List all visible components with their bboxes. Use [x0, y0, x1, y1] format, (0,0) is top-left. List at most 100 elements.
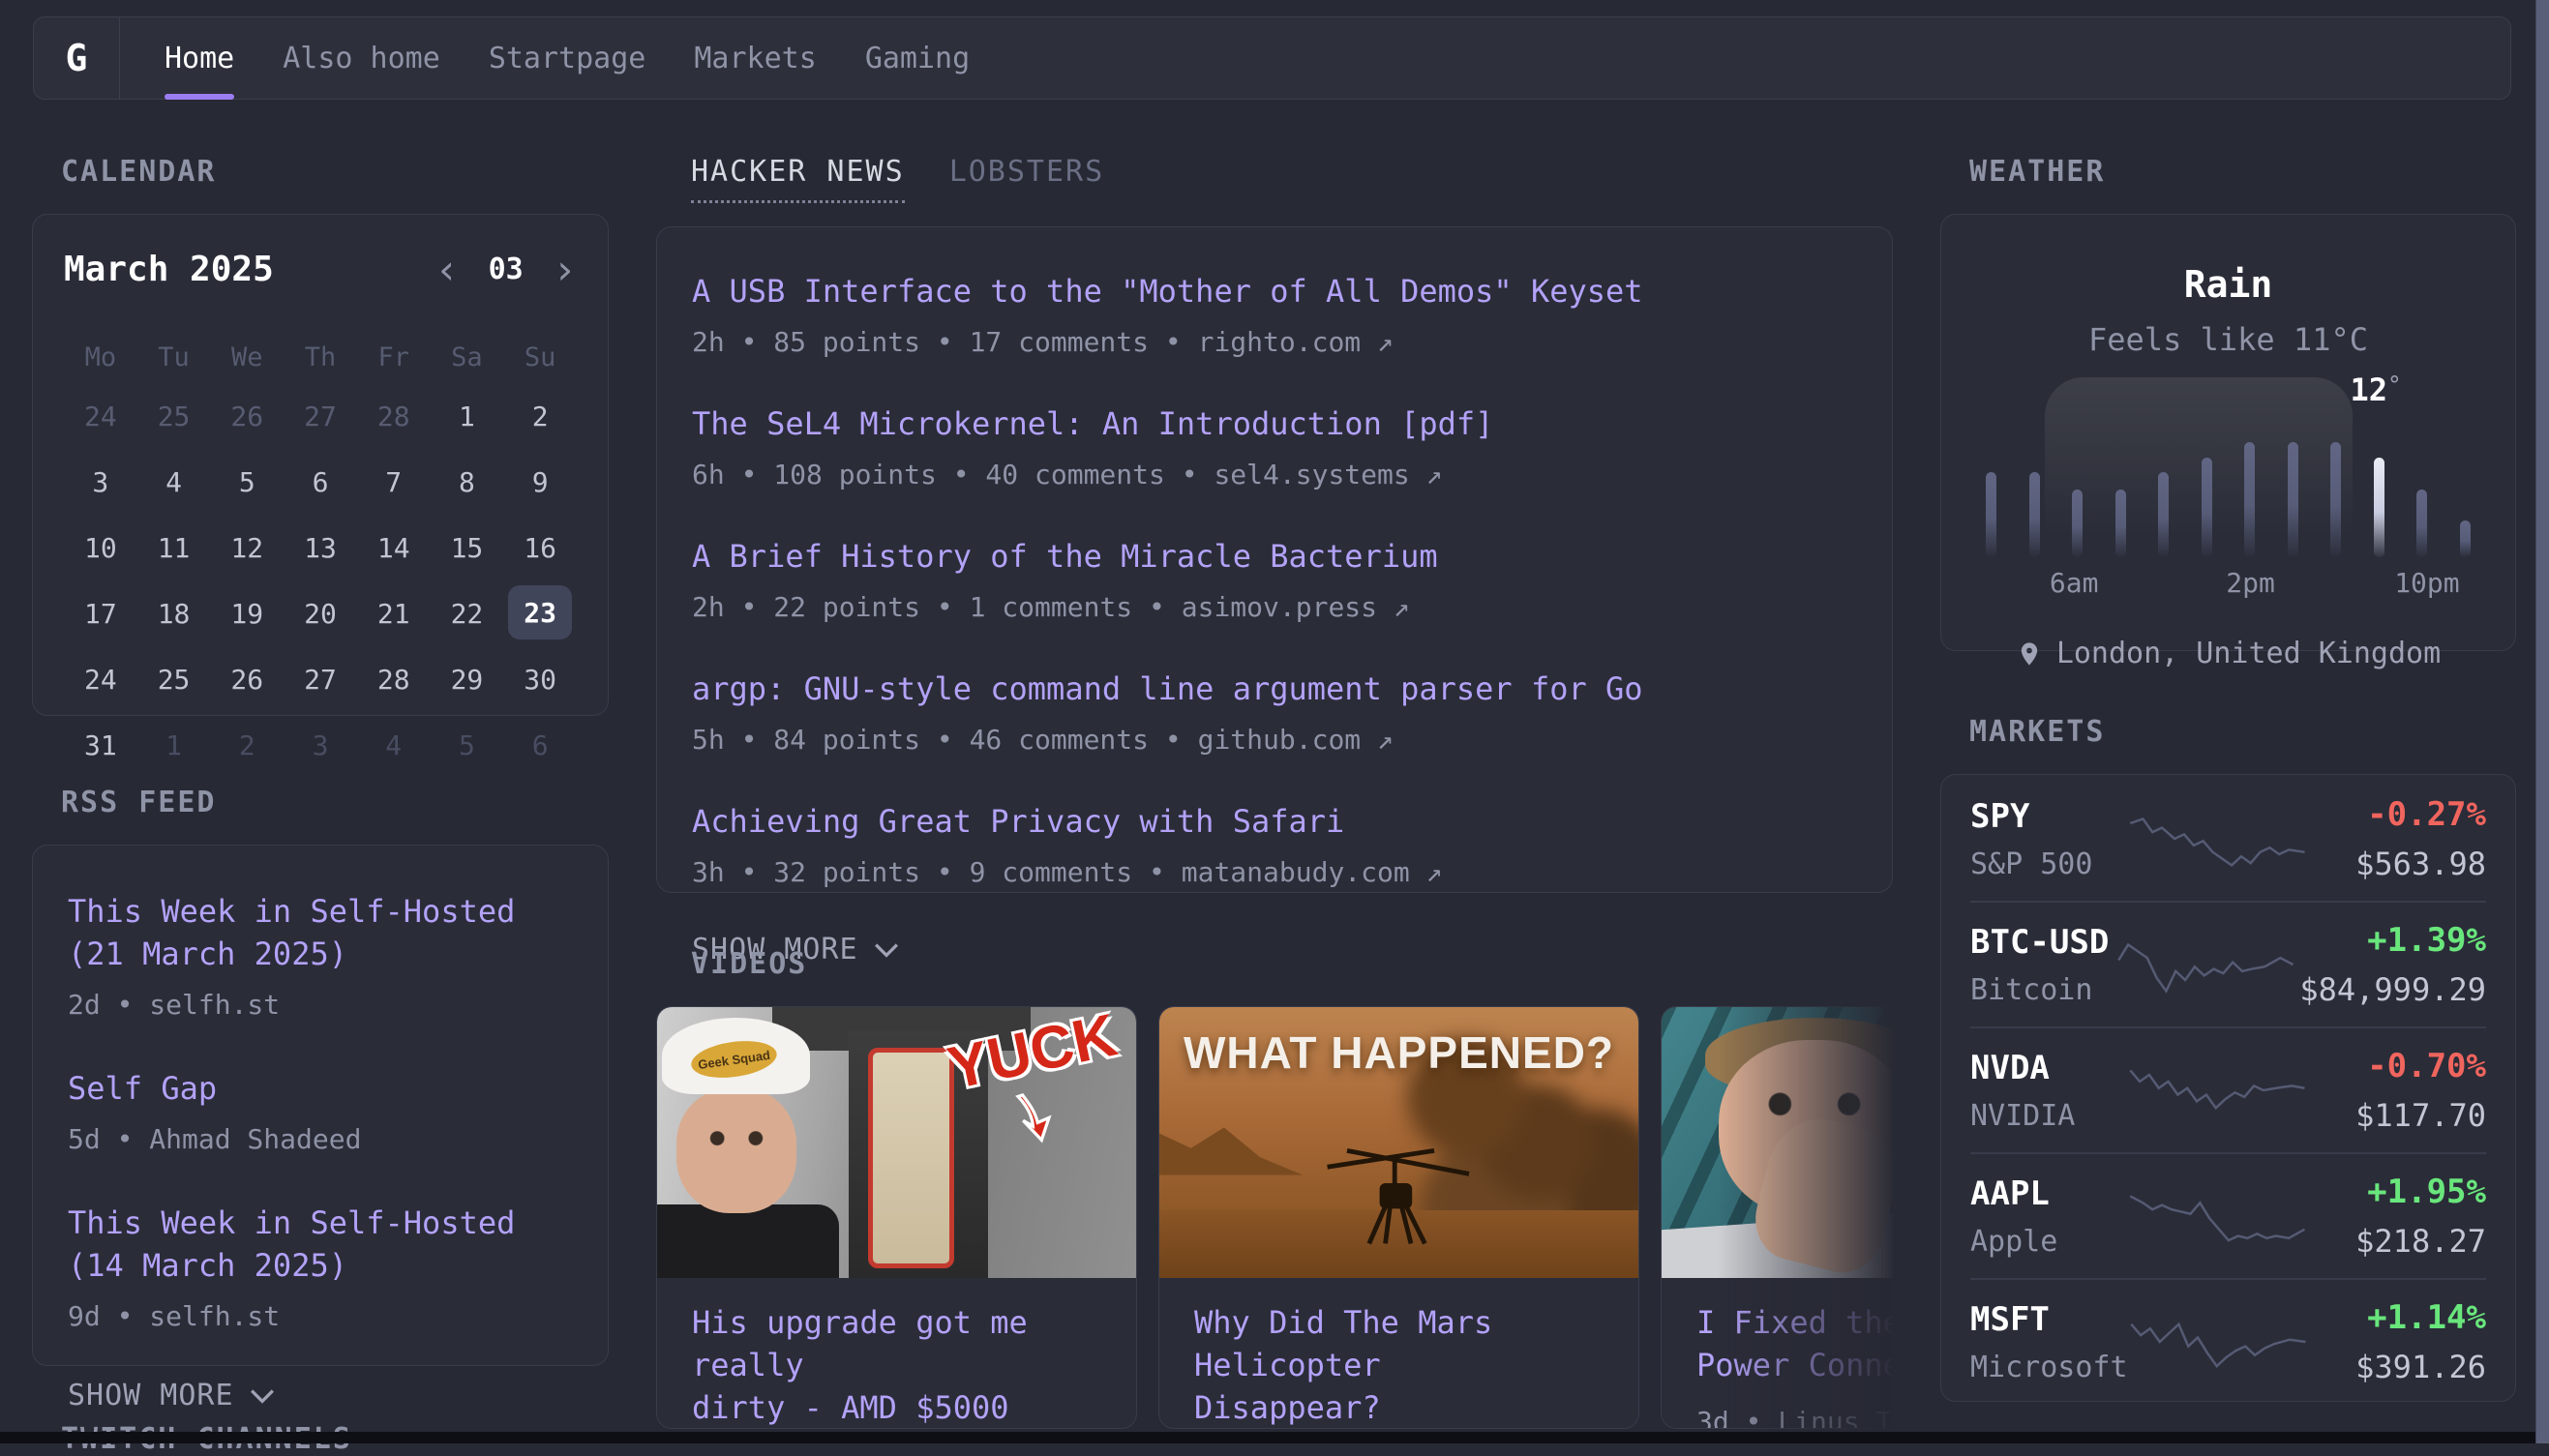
market-symbol: BTC-USD [1970, 923, 2115, 962]
chevron-down-icon [874, 941, 899, 959]
market-row-nvda[interactable]: NVDA NVIDIA -0.70% $117.70 [1970, 1026, 2486, 1152]
calendar-day: 18 [137, 585, 211, 641]
rss-item-title[interactable]: Self Gap [68, 1067, 573, 1110]
calendar-day: 31 [64, 717, 137, 773]
market-change: +1.95% [2311, 1173, 2486, 1211]
news-item-meta[interactable]: 2h • 22 points • 1 comments • asimov.pre… [692, 591, 1857, 623]
video-thumbnail[interactable]: Geek Squad YUCK [657, 1007, 1136, 1278]
tab-lobsters[interactable]: LOBSTERS [949, 155, 1105, 203]
video-title[interactable]: His upgrade got me really dirty - AMD $5… [692, 1301, 1101, 1429]
video-thumbnail[interactable]: WHAT HAPPENED? [1159, 1007, 1638, 1278]
calendar-day: 9 [503, 454, 577, 510]
nav-tab-also-home[interactable]: Also home [283, 17, 440, 99]
weather-bar [2072, 490, 2083, 557]
calendar-day: 15 [431, 520, 504, 576]
news-item: argp: GNU-style command line argument pa… [692, 668, 1857, 756]
rss-widget: This Week in Self-Hosted (21 March 2025)… [32, 845, 609, 1366]
video-title[interactable]: Why Did The Mars Helicopter Disappear? [1194, 1301, 1604, 1429]
calendar-header: March 2025 ‹ 03 › [64, 250, 577, 289]
news-item-meta[interactable]: 6h • 108 points • 40 comments • sel4.sys… [692, 459, 1857, 490]
calendar-day: 12 [210, 520, 284, 576]
nav-tab-startpage[interactable]: Startpage [489, 17, 646, 99]
current-temp-value: 12 [2351, 371, 2388, 408]
market-row-msft[interactable]: MSFT Microsoft +1.14% $391.26 [1970, 1278, 2486, 1402]
market-name: NVIDIA [1970, 1099, 2127, 1133]
market-values: -0.27% $563.98 [2311, 795, 2486, 882]
rss-item-title[interactable]: This Week in Self-Hosted (21 March 2025) [68, 890, 573, 975]
market-sparkline [2127, 808, 2311, 870]
video-title[interactable]: I Fixed the 5 Power Connect [1696, 1301, 1893, 1386]
video-card[interactable]: WHAT HAPPENED? Why Did The Mars Helicopt… [1158, 1006, 1639, 1429]
news-widget: A USB Interface to the "Mother of All De… [656, 226, 1893, 893]
market-name: Apple [1970, 1225, 2127, 1259]
market-row-aapl[interactable]: AAPL Apple +1.95% $218.27 [1970, 1152, 2486, 1278]
video-card[interactable]: Geek Squad YUCK His upgrade got me reall… [656, 1006, 1137, 1429]
chevron-right-icon[interactable]: › [553, 254, 577, 285]
market-sparkline [2128, 1311, 2312, 1373]
calendar-day: 2 [210, 717, 284, 773]
news-item: A USB Interface to the "Mother of All De… [692, 270, 1857, 358]
rss-item-title[interactable]: This Week in Self-Hosted (14 March 2025) [68, 1202, 573, 1287]
calendar-day: 4 [357, 717, 431, 773]
calendar-day: 19 [210, 585, 284, 641]
market-id: SPY S&P 500 [1970, 797, 2127, 881]
calendar-month-number: 03 [489, 253, 524, 286]
weather-bar-current [2374, 458, 2384, 557]
left-column: CALENDAR March 2025 ‹ 03 › Mo Tu We Th F… [32, 155, 609, 1456]
page-scrollbar[interactable] [2535, 0, 2549, 1443]
calendar-day: 6 [503, 717, 577, 773]
market-price: $391.26 [2312, 1349, 2486, 1385]
rss-item: This Week in Self-Hosted (14 March 2025)… [68, 1202, 573, 1332]
calendar-day: 3 [284, 717, 357, 773]
videos-section-title: VIDEOS [691, 947, 1893, 981]
video-card-clipped[interactable]: DO TH T I Fixed the 5 Power Connect 3d •… [1661, 1006, 1893, 1429]
calendar-day: 25 [137, 388, 211, 444]
weather-location-text: London, United Kingdom [2056, 637, 2441, 670]
market-symbol: NVDA [1970, 1049, 2127, 1087]
news-item-meta[interactable]: 3h • 32 points • 9 comments • matanabudy… [692, 856, 1857, 888]
news-item-title[interactable]: A USB Interface to the "Mother of All De… [692, 270, 1857, 312]
calendar-day: 26 [210, 651, 284, 707]
market-row-btc[interactable]: BTC-USD Bitcoin +1.39% $84,999.29 [1970, 901, 2486, 1026]
calendar-widget: March 2025 ‹ 03 › Mo Tu We Th Fr Sa Su 2… [32, 214, 609, 716]
sparkline-chart [2128, 1311, 2312, 1373]
markets-widget: SPY S&P 500 -0.27% $563.98 BTC-USD Bitco… [1940, 774, 2516, 1402]
news-item: Achieving Great Privacy with Safari 3h •… [692, 800, 1857, 888]
nav-tab-markets[interactable]: Markets [694, 17, 816, 99]
market-id: MSFT Microsoft [1970, 1300, 2128, 1384]
time-axis: 6am 2pm 10pm [1986, 567, 2471, 598]
nav-tab-home[interactable]: Home [165, 17, 234, 99]
sparkline-chart [2127, 808, 2311, 870]
nav-tab-gaming[interactable]: Gaming [865, 17, 970, 99]
calendar-grid: Mo Tu We Th Fr Sa Su 24 25 26 27 28 1 2 … [64, 336, 577, 773]
calendar-day: 27 [284, 651, 357, 707]
weather-bar [2029, 472, 2040, 557]
video-thumbnail[interactable]: DO TH T [1662, 1007, 1893, 1278]
market-values: +1.39% $84,999.29 [2299, 921, 2486, 1008]
calendar-day: 5 [431, 717, 504, 773]
tab-hacker-news[interactable]: HACKER NEWS [691, 155, 905, 203]
weather-section-title: WEATHER [1969, 155, 2516, 189]
calendar-day: 24 [64, 388, 137, 444]
news-item-title[interactable]: A Brief History of the Miracle Bacterium [692, 535, 1857, 578]
market-id: BTC-USD Bitcoin [1970, 923, 2115, 1007]
chevron-left-icon[interactable]: ‹ [435, 254, 459, 285]
weekday-label: Mo [64, 336, 137, 378]
market-symbol: MSFT [1970, 1300, 2128, 1339]
news-item-meta[interactable]: 2h • 85 points • 17 comments • righto.co… [692, 326, 1857, 358]
calendar-day: 7 [357, 454, 431, 510]
market-id: NVDA NVIDIA [1970, 1049, 2127, 1133]
app-logo[interactable]: G [34, 17, 120, 99]
news-item-title[interactable]: The SeL4 Microkernel: An Introduction [p… [692, 402, 1857, 445]
market-price: $117.70 [2311, 1097, 2486, 1134]
sparkline-chart [2127, 1059, 2311, 1121]
news-item-meta[interactable]: 5h • 84 points • 46 comments • github.co… [692, 724, 1857, 756]
news-item-title[interactable]: argp: GNU-style command line argument pa… [692, 668, 1857, 710]
calendar-day: 21 [357, 585, 431, 641]
market-name: Microsoft [1970, 1351, 2128, 1384]
rss-show-more-button[interactable]: SHOW MORE [68, 1379, 573, 1412]
rss-show-more-label: SHOW MORE [68, 1379, 234, 1412]
market-row-spy[interactable]: SPY S&P 500 -0.27% $563.98 [1970, 777, 2486, 901]
news-item-title[interactable]: Achieving Great Privacy with Safari [692, 800, 1857, 843]
weather-bar [2288, 442, 2298, 557]
